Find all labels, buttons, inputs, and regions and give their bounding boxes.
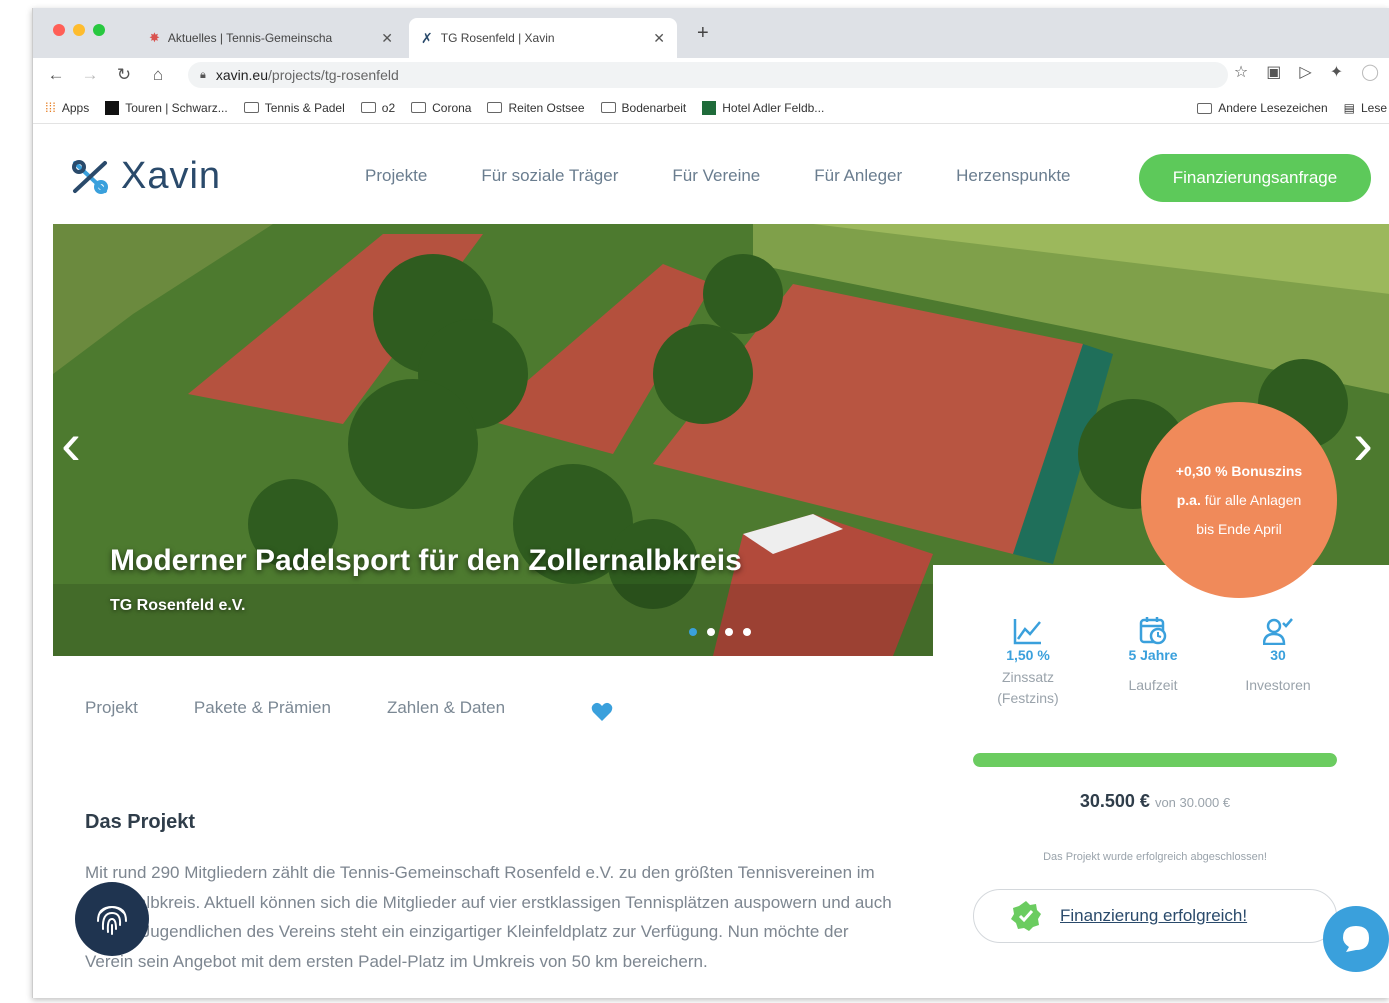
extension-icon[interactable]: ▣ bbox=[1266, 62, 1281, 82]
folder-icon bbox=[411, 102, 427, 113]
bookmarks-bar: ⁞⁞⁞ Apps Touren | Schwarz... Tennis & Pad… bbox=[33, 92, 1389, 124]
finanzierungsanfrage-button[interactable]: Finanzierungsanfrage bbox=[1139, 154, 1371, 202]
user-check-icon bbox=[1263, 618, 1293, 645]
bookmark-star-icon[interactable]: ☆ bbox=[1234, 62, 1248, 82]
bookmark-tennis-padel[interactable]: Tennis & Padel bbox=[243, 101, 345, 115]
slider-dot[interactable] bbox=[743, 628, 751, 636]
bookmark-o2[interactable]: o2 bbox=[360, 101, 395, 115]
project-description: Mit rund 290 Mitgliedern zählt die Tenni… bbox=[85, 863, 892, 971]
tab-projekt[interactable]: Projekt bbox=[85, 698, 138, 718]
chat-bubble-icon bbox=[1343, 926, 1369, 952]
slider-dots bbox=[689, 628, 751, 636]
tab-zahlen-daten[interactable]: Zahlen & Daten bbox=[387, 698, 505, 718]
slider-dot[interactable] bbox=[725, 628, 733, 636]
toolbar-icons: ☆ ▣ ▷ ✦ ◯ bbox=[1234, 62, 1379, 82]
close-tab-icon[interactable]: ✕ bbox=[381, 30, 393, 47]
funding-status-text: Das Projekt wurde erfolgreich abgeschlos… bbox=[1043, 851, 1267, 863]
address-bar[interactable]: 🔒︎ xavin.eu/projects/tg-rosenfeld bbox=[188, 62, 1228, 88]
lock-icon: 🔒︎ bbox=[200, 68, 206, 81]
folder-icon bbox=[1197, 102, 1213, 114]
browser-tab-aktuelles[interactable]: ✸ Aktuelles | Tennis-Gemeinscha ✕ bbox=[137, 18, 405, 58]
browser-tab-xavin[interactable]: ✗ TG Rosenfeld | Xavin ✕ bbox=[409, 18, 677, 58]
nav-anleger[interactable]: Für Anleger bbox=[814, 166, 902, 186]
funding-card: 1,50 % Zinssatz (Festzins) 5 Jahre Laufz… bbox=[933, 565, 1389, 998]
tab-title: Aktuelles | Tennis-Gemeinscha bbox=[167, 31, 333, 45]
xavin-favicon-icon: ✗ bbox=[421, 29, 433, 46]
bookmark-bodenarbeit[interactable]: Bodenarbeit bbox=[600, 101, 686, 115]
close-window-button[interactable] bbox=[53, 24, 65, 36]
nav-projekte[interactable]: Projekte bbox=[365, 166, 427, 186]
slider-dot[interactable] bbox=[689, 628, 697, 636]
stats-row: 1,50 % Zinssatz (Festzins) 5 Jahre Laufz… bbox=[973, 613, 1333, 709]
bookmark-corona[interactable]: Corona bbox=[411, 101, 471, 115]
back-arrow-icon[interactable]: ← bbox=[39, 65, 73, 85]
main-nav: Projekte Für soziale Träger Für Vereine … bbox=[365, 166, 1071, 186]
check-badge-icon bbox=[1011, 901, 1041, 931]
bookmark-andere[interactable]: Andere Lesezeichen bbox=[1197, 101, 1328, 115]
tab-pakete-praemien[interactable]: Pakete & Prämien bbox=[194, 698, 331, 718]
bookmark-apps[interactable]: ⁞⁞⁞ Apps bbox=[45, 100, 89, 115]
hotel-favicon-icon bbox=[702, 100, 717, 115]
url-host: xavin.eu bbox=[215, 67, 269, 83]
nav-herzenspunkte[interactable]: Herzenspunkte bbox=[956, 166, 1070, 186]
browser-window: ✸ Aktuelles | Tennis-Gemeinscha ✕ ✗ TG R… bbox=[32, 8, 1389, 998]
slider-prev-chevron-icon[interactable]: ‹ bbox=[61, 414, 81, 474]
calendar-clock-icon bbox=[1139, 617, 1167, 645]
extension-icon[interactable]: ▷ bbox=[1299, 62, 1311, 82]
bookmark-touren[interactable]: Touren | Schwarz... bbox=[105, 100, 228, 115]
folder-icon bbox=[360, 102, 376, 113]
heart-icon[interactable] bbox=[591, 702, 613, 722]
close-tab-icon[interactable]: ✕ bbox=[653, 30, 665, 47]
section-heading: Das Projekt bbox=[85, 811, 196, 833]
tennis-favicon-icon: ✸ bbox=[149, 30, 160, 45]
bookmark-leseliste[interactable]: ▤ Lese bbox=[1344, 101, 1387, 115]
funding-progress-fill bbox=[973, 753, 1337, 767]
tab-strip: ✸ Aktuelles | Tennis-Gemeinscha ✕ ✗ TG R… bbox=[33, 8, 1389, 58]
home-icon[interactable]: ⌂ bbox=[141, 65, 175, 85]
bookmark-favicon-icon bbox=[105, 100, 120, 115]
puzzle-icon[interactable]: ✦ bbox=[1330, 62, 1343, 82]
fingerprint-icon bbox=[97, 905, 127, 935]
slider-dot[interactable] bbox=[707, 628, 715, 636]
reload-icon[interactable]: ↻ bbox=[107, 65, 141, 85]
folder-icon bbox=[487, 102, 503, 113]
url-path: /projects/tg-rosenfeld bbox=[268, 67, 399, 83]
site-header: Xavin Projekte Für soziale Träger Für Ve… bbox=[33, 124, 1389, 224]
chart-line-icon bbox=[1013, 619, 1041, 645]
tab-title: TG Rosenfeld | Xavin bbox=[440, 31, 555, 45]
minimize-window-button[interactable] bbox=[73, 24, 85, 36]
project-tabs: Projekt Pakete & Prämien Zahlen & Daten bbox=[85, 698, 505, 718]
bookmark-hotel-adler[interactable]: Hotel Adler Feldb... bbox=[702, 100, 824, 115]
stat-zinssatz: 1,50 % Zinssatz (Festzins) bbox=[973, 613, 1083, 709]
xavin-logo[interactable]: Xavin bbox=[69, 155, 221, 198]
bonus-badge: +0,30 % Bonuszins p.a. für alle Anlagen … bbox=[1141, 402, 1337, 598]
profile-icon[interactable]: ◯ bbox=[1361, 62, 1379, 82]
funding-success-button[interactable]: Finanzierung erfolgreich! bbox=[973, 889, 1337, 943]
browser-toolbar: ← → ↻ ⌂ 🔒︎ xavin.eu/projects/tg-rosenfel… bbox=[33, 58, 1389, 92]
funding-progress-bar bbox=[973, 753, 1337, 767]
apps-grid-icon: ⁞⁞⁞ bbox=[45, 100, 56, 115]
funding-amount: 30.500 € von 30.000 € bbox=[1079, 791, 1231, 811]
stat-laufzeit: 5 Jahre Laufzeit bbox=[1098, 613, 1208, 709]
new-tab-button[interactable]: + bbox=[697, 22, 709, 45]
hero-title: Moderner Padelsport für den Zollernalbkr… bbox=[110, 544, 742, 577]
fingerprint-button[interactable] bbox=[75, 882, 149, 956]
hero-subtitle: TG Rosenfeld e.V. bbox=[110, 597, 246, 614]
folder-icon bbox=[243, 102, 259, 113]
nav-vereine[interactable]: Für Vereine bbox=[672, 166, 760, 186]
xavin-logo-icon bbox=[72, 159, 108, 194]
maximize-window-button[interactable] bbox=[93, 24, 105, 36]
stat-investoren: 30 Investoren bbox=[1223, 613, 1333, 709]
folder-icon bbox=[600, 102, 616, 113]
logo-text: Xavin bbox=[121, 155, 222, 197]
bookmark-reiten-ostsee[interactable]: Reiten Ostsee bbox=[487, 101, 585, 115]
nav-soziale-traeger[interactable]: Für soziale Träger bbox=[481, 166, 618, 186]
slider-next-chevron-icon[interactable]: › bbox=[1353, 414, 1373, 474]
reading-list-icon: ▤ bbox=[1343, 101, 1355, 115]
forward-arrow-icon[interactable]: → bbox=[73, 65, 107, 85]
chat-button[interactable] bbox=[1323, 906, 1389, 972]
